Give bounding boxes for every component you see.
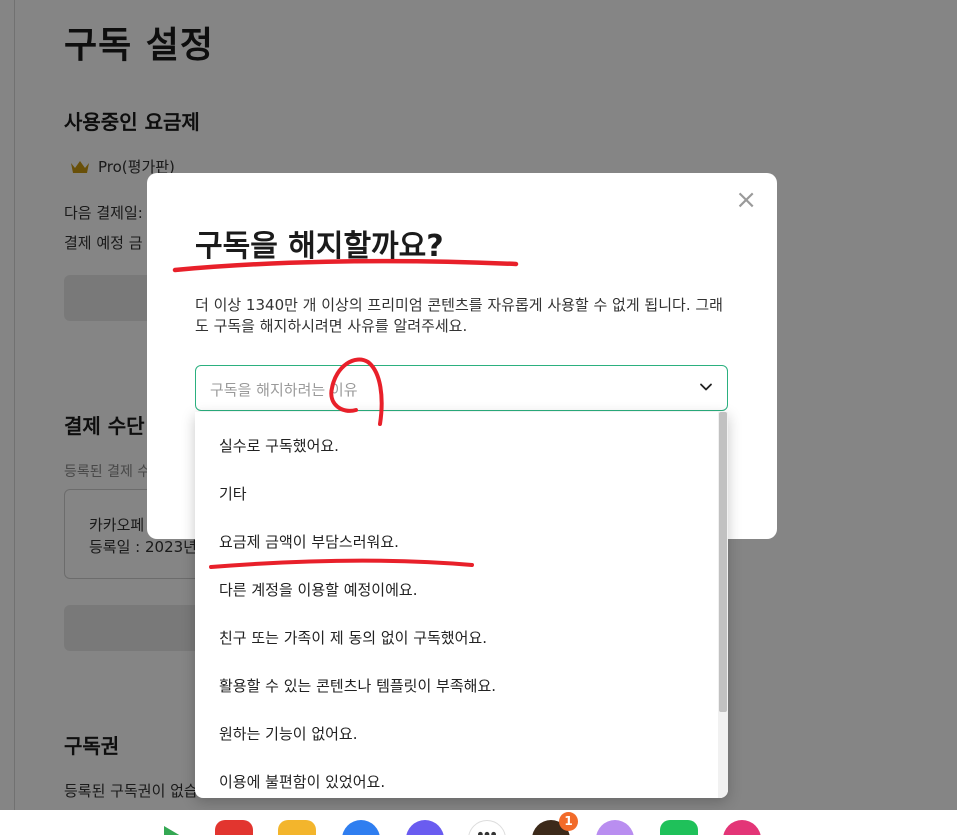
dropdown-scroll-thumb[interactable] bbox=[719, 412, 727, 712]
files-icon[interactable] bbox=[278, 820, 316, 835]
reason-option[interactable]: 원하는 기능이 없어요. bbox=[195, 710, 728, 758]
reason-option[interactable]: 이용에 불편함이 있었어요. bbox=[195, 758, 728, 798]
flower-app-icon[interactable] bbox=[723, 820, 761, 835]
messages-icon[interactable] bbox=[342, 820, 380, 835]
reason-option[interactable]: 활용할 수 있는 콘텐츠나 템플릿이 부족해요. bbox=[195, 662, 728, 710]
more-apps-icon[interactable] bbox=[468, 820, 506, 835]
modal-title: 구독을 해지할까요? bbox=[195, 229, 444, 264]
play-store-icon[interactable] bbox=[156, 820, 194, 835]
notification-badge: 1 bbox=[559, 812, 578, 831]
purple-app-icon[interactable] bbox=[596, 820, 634, 835]
reason-option[interactable]: 요금제 금액이 부담스러워요. bbox=[195, 518, 728, 566]
reason-option[interactable]: 기타 bbox=[195, 470, 728, 518]
green-app-icon[interactable] bbox=[660, 820, 698, 835]
reason-option[interactable]: 다른 계정을 이용할 예정이에요. bbox=[195, 566, 728, 614]
select-placeholder: 구독을 해지하려는 이유 bbox=[210, 381, 358, 399]
dropdown-scrollbar[interactable] bbox=[718, 412, 728, 798]
cancel-reason-select[interactable]: 구독을 해지하려는 이유 bbox=[195, 365, 728, 411]
cancel-reason-dropdown: 실수로 구독했어요. 기타 요금제 금액이 부담스러워요. 다른 계정을 이용할… bbox=[195, 412, 728, 798]
red-app-icon[interactable] bbox=[215, 820, 253, 835]
close-icon[interactable]: × bbox=[735, 187, 757, 213]
chat-icon[interactable] bbox=[406, 820, 444, 835]
reason-option[interactable]: 친구 또는 가족이 제 동의 없이 구독했어요. bbox=[195, 614, 728, 662]
modal-description: 더 이상 1340만 개 이상의 프리미엄 콘텐츠를 자유롭게 사용할 수 없게… bbox=[195, 296, 723, 335]
reason-option[interactable]: 실수로 구독했어요. bbox=[195, 422, 728, 470]
reason-options-list: 실수로 구독했어요. 기타 요금제 금액이 부담스러워요. 다른 계정을 이용할… bbox=[195, 422, 728, 798]
taskbar: 1 bbox=[0, 810, 957, 835]
chevron-down-icon[interactable] bbox=[699, 380, 713, 394]
